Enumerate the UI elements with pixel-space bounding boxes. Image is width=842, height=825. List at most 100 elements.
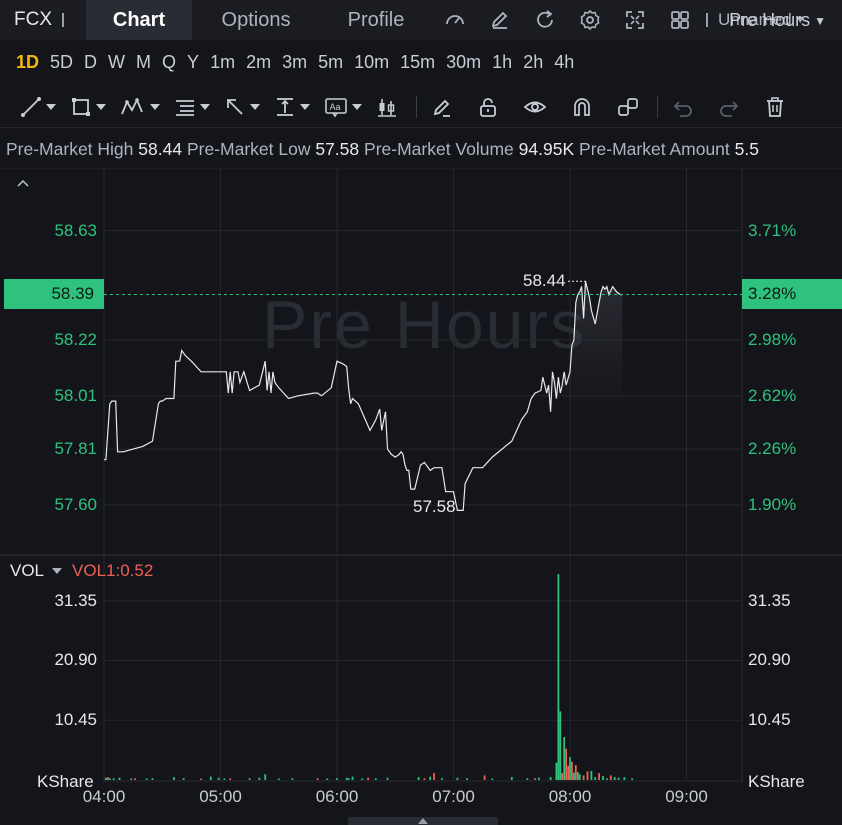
- period-5m[interactable]: 5m: [318, 52, 343, 73]
- text-icon: Aa: [325, 97, 347, 117]
- volume-bar: [258, 777, 261, 780]
- premarket-info-line: Pre-Market High 58.44 Pre-Market Low 57.…: [6, 139, 842, 160]
- volume-bar: [567, 765, 569, 780]
- volume-bar: [291, 778, 294, 780]
- volume-bar: [549, 777, 552, 780]
- volume-bar: [107, 777, 109, 780]
- trend-line-icon: [21, 96, 41, 117]
- volume-bar: [264, 774, 267, 780]
- volume-bar: [606, 778, 608, 780]
- grid-layout-icon[interactable]: [657, 0, 702, 40]
- premarket-high-value: 58.44: [138, 139, 183, 159]
- percent-axis-label: 2.26%: [748, 439, 797, 459]
- premarket-amount-label: Pre-Market Amount: [579, 139, 730, 159]
- fullscreen-icon[interactable]: [612, 0, 657, 40]
- volume-bar: [182, 778, 185, 780]
- lock-tool[interactable]: [477, 92, 499, 122]
- period-1d[interactable]: 1D: [16, 52, 39, 73]
- toolbar-icons: [432, 0, 702, 40]
- premarket-volume-value: 94.95K: [518, 139, 575, 159]
- period-5d[interactable]: 5D: [50, 52, 73, 73]
- period-4h[interactable]: 4h: [554, 52, 574, 73]
- volume-bar: [491, 778, 494, 780]
- undo-button[interactable]: [672, 92, 694, 122]
- period-2h[interactable]: 2h: [523, 52, 543, 73]
- gauge-icon[interactable]: [432, 0, 477, 40]
- trash-icon: [767, 96, 783, 117]
- volume-bar: [417, 777, 420, 780]
- volume-bar: [217, 777, 220, 780]
- volume-bar: [586, 771, 589, 780]
- session-selector[interactable]: Pre Hours ▼: [729, 10, 826, 31]
- period-d[interactable]: D: [84, 52, 97, 73]
- premarket-high-label: Pre-Market High: [6, 139, 134, 159]
- rectangle-tool[interactable]: [70, 92, 106, 122]
- fib-tool[interactable]: [174, 92, 210, 122]
- volume-bar: [277, 778, 280, 780]
- time-axis-label: 08:00: [548, 787, 592, 806]
- volume-bar: [569, 757, 571, 780]
- period-15m[interactable]: 15m: [400, 52, 435, 73]
- volume-bar: [555, 762, 558, 780]
- volume-bar: [557, 574, 560, 780]
- price-volume-chart[interactable]: [0, 168, 842, 782]
- tab-chart[interactable]: Chart: [86, 0, 192, 40]
- arrow-tool[interactable]: [224, 92, 260, 122]
- edit-icon[interactable]: [477, 0, 522, 40]
- eye-icon: [523, 101, 547, 112]
- period-1h[interactable]: 1h: [492, 52, 512, 73]
- volume-bar: [367, 777, 369, 780]
- delete-drawings-button[interactable]: [764, 92, 786, 122]
- visibility-tool[interactable]: [523, 92, 547, 122]
- redo-button[interactable]: [718, 92, 740, 122]
- volume-bar: [598, 773, 600, 780]
- period-3m[interactable]: 3m: [282, 52, 307, 73]
- period-30m[interactable]: 30m: [446, 52, 481, 73]
- divider: [706, 13, 708, 27]
- volume-bar: [345, 777, 348, 780]
- scroll-up-icon: [418, 818, 428, 824]
- tab-profile[interactable]: Profile: [320, 0, 432, 40]
- settings-icon[interactable]: [567, 0, 612, 40]
- svg-text:Aa: Aa: [330, 102, 341, 112]
- percent-axis-label: 1.90%: [748, 495, 797, 515]
- volume-axis-label: 31.35: [54, 590, 97, 610]
- price-axis-label: 58.01: [54, 385, 97, 405]
- volume-indicator-header[interactable]: VOL VOL1:0.52: [10, 561, 153, 581]
- period-w[interactable]: W: [108, 52, 125, 73]
- pen-tool[interactable]: [431, 92, 453, 122]
- undo-icon: [673, 100, 692, 117]
- measure-tool[interactable]: [274, 92, 310, 122]
- caret-down-icon: [200, 103, 210, 110]
- drawing-toolbar: Aa: [0, 86, 842, 128]
- period-q[interactable]: Q: [162, 52, 176, 73]
- candle-icon: [378, 98, 396, 117]
- link-tool[interactable]: [617, 92, 639, 122]
- tab-options[interactable]: Options: [192, 0, 320, 40]
- volume-bar: [576, 772, 579, 780]
- volume-axis-label: 31.35: [748, 590, 791, 610]
- premarket-low-value: 57.58: [315, 139, 360, 159]
- period-1m[interactable]: 1m: [210, 52, 235, 73]
- period-m[interactable]: M: [136, 52, 151, 73]
- candle-tool[interactable]: [376, 92, 398, 122]
- volume-bar: [466, 778, 468, 780]
- magnet-tool[interactable]: [571, 92, 593, 122]
- premarket-volume-label: Pre-Market Volume: [364, 139, 514, 159]
- pattern-tool[interactable]: [120, 92, 160, 122]
- volume-bar: [559, 711, 562, 780]
- period-y[interactable]: Y: [187, 52, 199, 73]
- volume-bar: [145, 778, 148, 780]
- current-percent-tag: 3.28%: [742, 279, 842, 309]
- refresh-icon[interactable]: [522, 0, 567, 40]
- period-2m[interactable]: 2m: [246, 52, 271, 73]
- trend-line-tool[interactable]: [20, 92, 56, 122]
- divider: [62, 13, 64, 27]
- volume-bar: [563, 737, 566, 780]
- period-10m[interactable]: 10m: [354, 52, 389, 73]
- price-axis-label: 57.60: [54, 495, 97, 515]
- text-tool[interactable]: Aa: [324, 92, 362, 122]
- ticker-symbol[interactable]: FCX: [0, 9, 58, 31]
- fib-icon: [176, 99, 194, 116]
- volume-bar: [173, 777, 175, 780]
